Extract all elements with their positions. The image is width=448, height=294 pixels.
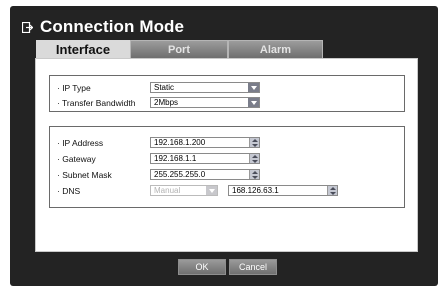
network-settings-group: · IP Address 192.168.1.200 · Gateway 192… <box>49 126 405 208</box>
ip-type-label: · IP Type <box>57 83 91 93</box>
dns-label: · DNS <box>57 186 81 196</box>
chevron-down-icon <box>206 186 217 195</box>
spinner-icon[interactable] <box>249 138 259 147</box>
gateway-field[interactable]: 192.168.1.1 <box>150 153 260 164</box>
dns-value: 168.126.63.1 <box>232 186 279 195</box>
tab-port[interactable]: Port <box>130 40 228 58</box>
interface-panel: · IP Type Static · Transfer Bandwidth 2M… <box>35 58 418 252</box>
subnet-mask-label: · Subnet Mask <box>57 170 112 180</box>
dialog-header: Connection Mode <box>22 17 184 37</box>
transfer-bandwidth-dropdown[interactable]: 2Mbps <box>150 97 260 108</box>
ip-address-value: 192.168.1.200 <box>154 138 206 147</box>
chevron-down-icon <box>248 83 259 92</box>
tab-interface[interactable]: Interface <box>36 40 130 58</box>
page-title: Connection Mode <box>40 17 185 36</box>
ip-address-field[interactable]: 192.168.1.200 <box>150 137 260 148</box>
ip-address-label: · IP Address <box>57 138 104 148</box>
gateway-value: 192.168.1.1 <box>154 154 197 163</box>
chevron-down-icon <box>248 98 259 107</box>
tab-alarm[interactable]: Alarm <box>228 40 323 58</box>
spinner-icon[interactable] <box>249 154 259 163</box>
dns-mode-value: Manual <box>154 186 181 195</box>
subnet-mask-field[interactable]: 255.255.255.0 <box>150 169 260 180</box>
ip-type-group: · IP Type Static · Transfer Bandwidth 2M… <box>49 75 405 112</box>
cancel-button[interactable]: Cancel <box>229 259 277 275</box>
dns-field[interactable]: 168.126.63.1 <box>228 185 338 196</box>
transfer-bandwidth-value: 2Mbps <box>154 98 179 107</box>
transfer-bandwidth-label: · Transfer Bandwidth <box>57 98 136 108</box>
ip-type-dropdown[interactable]: Static <box>150 82 260 93</box>
exit-icon[interactable] <box>22 21 33 33</box>
ok-button[interactable]: OK <box>178 259 226 275</box>
ip-type-value: Static <box>154 83 175 92</box>
dns-mode-dropdown[interactable]: Manual <box>150 185 218 196</box>
spinner-icon[interactable] <box>249 170 259 179</box>
subnet-mask-value: 255.255.255.0 <box>154 170 206 179</box>
spinner-icon[interactable] <box>327 186 337 195</box>
gateway-label: · Gateway <box>57 154 96 164</box>
